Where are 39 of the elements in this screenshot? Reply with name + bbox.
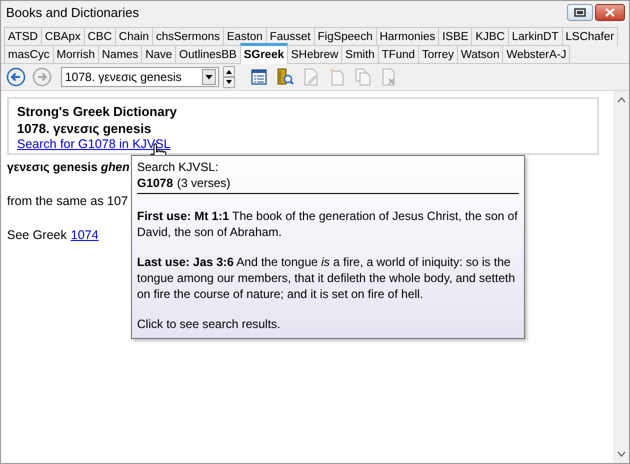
restore-button[interactable] (567, 4, 593, 20)
search-link[interactable]: Search for G1078 in KJVSL (17, 137, 171, 151)
scroll-down-icon (616, 451, 626, 457)
dropdown-caret-icon (202, 69, 216, 85)
list-button[interactable] (249, 67, 269, 87)
headword-line: γενεσις genesis ghen (7, 159, 130, 176)
book-search-icon (276, 68, 294, 86)
window-title: Books and Dictionaries (6, 4, 139, 20)
verse-usage-text: Last use: Jas 3:6 And the tongue is a fire, a world of iniquity: so is the tongue among our members, that it defileth the whole body, and setteth on fire the course of nature; and it is set on fire of hell. (137, 254, 516, 302)
tab[interactable]: masCyc (4, 45, 54, 64)
entry-title: 1078. γενεσις genesis (17, 120, 152, 137)
close-icon (605, 8, 615, 16)
back-button[interactable] (5, 66, 27, 88)
tab[interactable]: WebsterA-J (502, 45, 570, 64)
verse-count: (3 verses) (177, 175, 230, 191)
copy-pages-icon (354, 68, 372, 86)
tooltip-footer: Click to see search results. (137, 316, 519, 332)
dictionary-title: Strong's Greek Dictionary (17, 103, 178, 120)
tab[interactable]: LSChafer (562, 27, 618, 46)
book-search-button[interactable] (275, 67, 295, 87)
strongs-code: G1078 (137, 175, 174, 191)
tooltip-heading: Search KJVSL: (137, 159, 220, 175)
greek-entry-link[interactable]: 1074 (70, 227, 99, 244)
spin-buttons[interactable] (223, 66, 235, 88)
up-down-arrows-icon (223, 66, 235, 88)
scroll-up-icon (616, 97, 626, 103)
new-page-icon (328, 68, 346, 86)
see-greek-label: See Greek (7, 227, 67, 244)
close-button[interactable] (595, 4, 625, 20)
tab[interactable]: SGreek (240, 43, 288, 64)
vertical-scrollbar[interactable] (613, 91, 629, 463)
list-icon (250, 68, 268, 86)
verse-usage-text: First use: Mt 1:1 The book of the generation of Jesus Christ, the son of David, the son of Abraham. (137, 208, 519, 240)
entry-dropdown[interactable]: 1078. γενεσις genesis (61, 67, 219, 87)
restore-icon (574, 8, 586, 16)
derivation-text: from the same as 107 (7, 193, 129, 210)
edit-page-icon (302, 68, 320, 86)
search-tooltip[interactable] (131, 155, 525, 339)
tab[interactable]: ATSD (4, 27, 42, 46)
